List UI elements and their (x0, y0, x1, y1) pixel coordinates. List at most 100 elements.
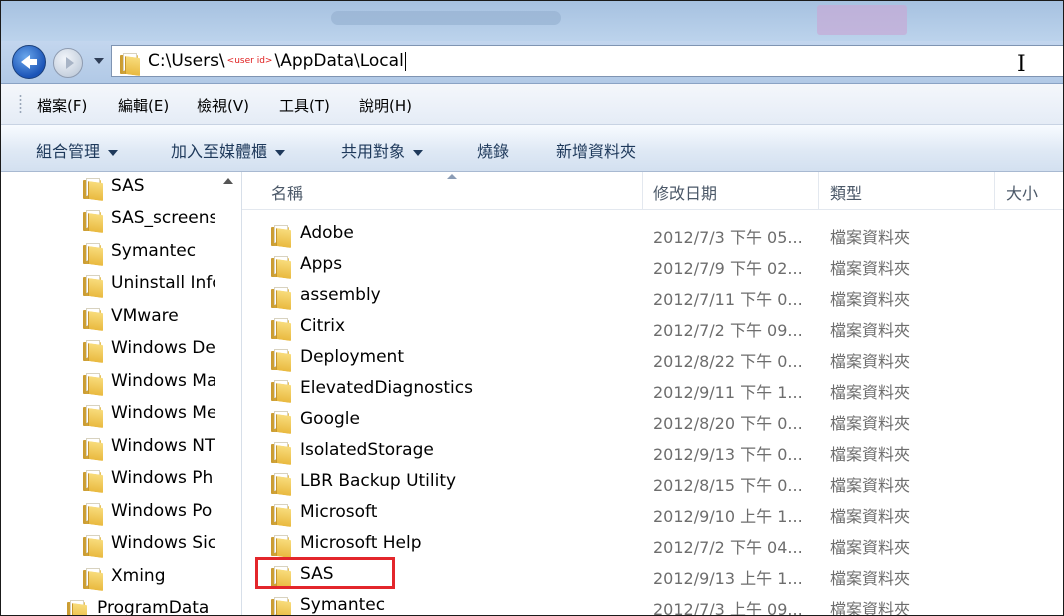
folder-icon (271, 473, 291, 500)
file-row[interactable]: ElevatedDiagnostics 2012/9/11 下午 1... 檔案資料… (242, 375, 1063, 407)
folder-icon (83, 503, 103, 527)
column-header-row: 名稱 修改日期 類型 大小 (242, 172, 1063, 210)
nav-tree-item[interactable]: ProgramData (67, 596, 217, 615)
file-row[interactable]: Apps 2012/7/9 下午 02... 檔案資料夾 (242, 251, 1063, 282)
file-name: Adobe (300, 223, 354, 243)
file-type: 檔案資料夾 (830, 538, 911, 557)
nav-tree-label: Windows Me (111, 403, 215, 423)
column-header-size[interactable]: 大小 (1006, 180, 1038, 204)
file-modified: 2012/7/2 下午 09... (653, 321, 803, 340)
column-divider[interactable] (642, 172, 643, 209)
nav-tree-item[interactable]: Windows Ph (83, 466, 215, 494)
address-path-prefix: C:\Users\ (148, 51, 225, 71)
chevron-down-icon (413, 149, 424, 156)
file-row[interactable]: Adobe 2012/7/3 下午 05... 檔案資料夾 (242, 220, 1063, 252)
nav-tree-label: Windows Ph (111, 468, 214, 488)
column-divider[interactable] (818, 172, 819, 209)
file-modified: 2012/7/11 下午 0... (653, 290, 803, 309)
scroll-up-icon[interactable] (223, 178, 233, 184)
nav-tree-label: Symantec (111, 241, 197, 261)
folder-icon (83, 210, 103, 234)
burn-button[interactable]: 燒錄 (477, 138, 509, 162)
nav-tree-item[interactable]: Windows Ma (83, 369, 215, 397)
redaction-block (427, 267, 602, 315)
file-row[interactable]: assembly 2012/7/11 下午 0... 檔案資料夾 (242, 282, 1063, 313)
file-modified: 2012/9/13 下午 0... (653, 445, 803, 464)
window-control-button[interactable] (817, 5, 907, 35)
folder-icon (83, 308, 103, 332)
menu-view[interactable]: 檢視(V) (197, 95, 249, 116)
file-name: Google (300, 409, 360, 429)
file-type: 檔案資料夾 (830, 383, 911, 402)
file-row[interactable]: LBR Backup Utility 2012/8/15 下午 0... 檔案資料夾 (242, 468, 1063, 500)
nav-tree-item[interactable]: Xming (83, 564, 215, 592)
chevron-down-icon (275, 149, 286, 156)
nav-tree-item[interactable]: SAS (83, 174, 215, 202)
menu-file[interactable]: 檔案(F) (37, 95, 87, 116)
folder-icon (271, 318, 291, 345)
organize-label: 組合管理 (36, 142, 101, 161)
column-header-type[interactable]: 類型 (830, 180, 862, 204)
include-in-library-button[interactable]: 加入至媒體櫃 (171, 138, 286, 162)
nav-tree-item[interactable]: Windows NT (83, 434, 215, 462)
nav-tree-item[interactable]: Windows Po (83, 499, 215, 527)
folder-icon (271, 411, 291, 438)
file-type: 檔案資料夾 (830, 569, 911, 588)
file-row[interactable]: Deployment 2012/8/22 下午 0... 檔案資料夾 (242, 344, 1063, 376)
text-caret (404, 51, 406, 71)
folder-icon (83, 373, 103, 397)
file-modified: 2012/8/22 下午 0... (653, 352, 803, 371)
nav-tree-item[interactable]: Uninstall Info (83, 271, 215, 299)
column-header-modified[interactable]: 修改日期 (653, 180, 717, 204)
forward-button[interactable] (53, 48, 83, 78)
nav-tree-item[interactable]: Windows Me (83, 401, 215, 429)
folder-icon (67, 600, 87, 615)
nav-scrollbar[interactable] (217, 172, 241, 615)
menu-tools[interactable]: 工具(T) (279, 95, 330, 116)
folder-icon (271, 349, 291, 376)
folder-icon (271, 225, 291, 252)
file-row[interactable]: Google 2012/8/20 下午 0... 檔案資料夾 (242, 406, 1063, 438)
folder-icon (271, 380, 291, 407)
recent-pages-dropdown-icon[interactable] (92, 54, 106, 68)
file-row[interactable]: Citrix 2012/7/2 下午 09... 檔案資料夾 (242, 313, 1063, 345)
nav-tree-label: Windows NT (111, 436, 215, 456)
title-bar (1, 1, 1063, 41)
file-name: ElevatedDiagnostics (300, 378, 473, 398)
file-row[interactable]: IsolatedStorage 2012/9/13 下午 0... 檔案資料夾 (242, 437, 1063, 468)
folder-icon (83, 405, 103, 429)
folder-icon (83, 568, 103, 592)
file-modified: 2012/7/2 下午 04... (653, 538, 803, 557)
file-type: 檔案資料夾 (830, 445, 911, 464)
back-button[interactable] (12, 45, 46, 79)
folder-icon (83, 243, 103, 267)
new-folder-button[interactable]: 新增資料夾 (556, 138, 636, 162)
share-with-button[interactable]: 共用對象 (341, 138, 424, 162)
window-title (331, 11, 561, 25)
address-path-suffix: \AppData\Local (274, 51, 404, 71)
nav-tree-label: SAS (111, 176, 145, 196)
sas-folder-highlight-box (255, 557, 395, 589)
column-divider[interactable] (994, 172, 995, 209)
folder-icon (120, 53, 140, 79)
file-row[interactable]: Symantec 2012/7/3 上午 09... 檔案資料夾 (242, 592, 1063, 615)
nav-tree-label: Windows De (111, 338, 215, 358)
address-bar[interactable]: C:\Users\ <user id> \AppData\Local I (111, 45, 1063, 79)
file-list-pane: 名稱 修改日期 類型 大小 Adobe 2012/7/3 下午 05... 檔案資料… (242, 172, 1063, 615)
file-name: Microsoft Help (300, 533, 422, 553)
nav-tree-item[interactable]: SAS_screens (83, 206, 215, 234)
nav-tree-item[interactable]: Symantec (83, 239, 215, 267)
address-path[interactable]: C:\Users\ <user id> \AppData\Local (148, 51, 406, 71)
nav-tree-item[interactable]: Windows Sic (83, 531, 215, 559)
file-row[interactable]: Microsoft 2012/9/10 上午 1... 檔案資料夾 (242, 499, 1063, 530)
file-name: LBR Backup Utility (300, 471, 457, 491)
share-with-label: 共用對象 (341, 142, 406, 161)
nav-tree-item[interactable]: Windows De (83, 336, 215, 364)
column-header-name[interactable]: 名稱 (271, 180, 303, 204)
file-type: 檔案資料夾 (830, 352, 911, 371)
menu-help[interactable]: 說明(H) (359, 95, 412, 116)
organize-button[interactable]: 組合管理 (36, 138, 119, 162)
nav-tree-item[interactable]: VMware (83, 304, 215, 332)
menu-edit[interactable]: 編輯(E) (118, 95, 169, 116)
sort-ascending-icon (447, 174, 457, 179)
